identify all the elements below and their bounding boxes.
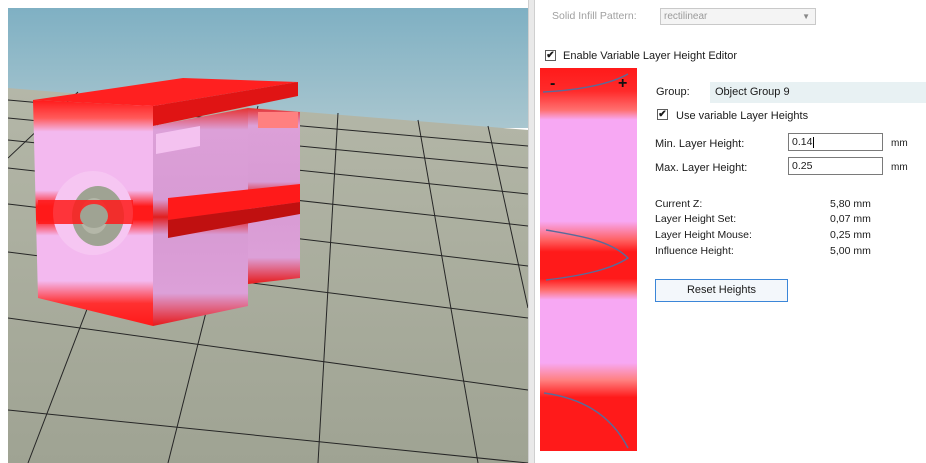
solid-infill-value: rectilinear <box>664 11 708 22</box>
min-layer-height-input[interactable]: 0.14 <box>788 133 883 151</box>
scene-canvas[interactable] <box>8 8 528 463</box>
solid-infill-label: Solid Infill Pattern: <box>552 10 637 22</box>
reset-heights-button[interactable]: Reset Heights <box>655 279 788 302</box>
layer-height-set-value: 0,07 mm <box>830 213 871 225</box>
enable-editor-checkbox[interactable]: ✔ <box>545 50 556 61</box>
panel-splitter[interactable] <box>528 0 535 463</box>
use-variable-label[interactable]: Use variable Layer Heights <box>676 110 808 122</box>
enable-editor-label[interactable]: Enable Variable Layer Height Editor <box>563 50 737 62</box>
group-value: Object Group 9 <box>710 82 926 103</box>
layer-height-profile[interactable]: - + <box>540 68 637 451</box>
layer-height-set-label: Layer Height Set: <box>655 213 737 225</box>
strip-minus-icon[interactable]: - <box>550 75 555 92</box>
max-layer-height-input[interactable]: 0.25 <box>788 157 883 175</box>
influence-height-value: 5,00 mm <box>830 245 871 257</box>
influence-height-label: Influence Height: <box>655 245 734 257</box>
max-unit: mm <box>891 162 908 173</box>
min-layer-height-label: Min. Layer Height: <box>655 138 745 150</box>
strip-plus-icon[interactable]: + <box>618 75 627 92</box>
current-z-value: 5,80 mm <box>830 198 871 210</box>
3d-viewport[interactable] <box>8 8 528 463</box>
current-z-label: Current Z: <box>655 198 703 210</box>
layer-height-mouse-label: Layer Height Mouse: <box>655 229 752 241</box>
group-label: Group: <box>656 86 690 98</box>
solid-infill-select[interactable]: rectilinear ▼ <box>660 8 816 25</box>
use-variable-checkbox[interactable]: ✔ <box>657 109 668 120</box>
max-layer-height-label: Max. Layer Height: <box>655 162 748 174</box>
layer-height-mouse-value: 0,25 mm <box>830 229 871 241</box>
layer-height-strip[interactable]: - + <box>540 68 637 451</box>
chevron-down-icon: ▼ <box>802 12 810 21</box>
min-unit: mm <box>891 138 908 149</box>
text-caret <box>813 136 815 148</box>
